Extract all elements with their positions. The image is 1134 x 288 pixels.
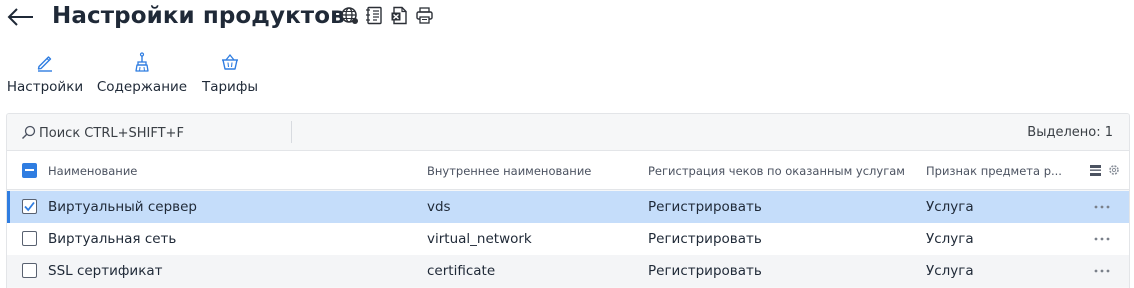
tab-settings-label: Настройки [6, 79, 84, 95]
row-selection-indicator [7, 191, 10, 223]
checkmark-icon [24, 201, 35, 212]
tab-tariffs[interactable]: Тарифы [202, 52, 258, 95]
row-checkbox[interactable] [22, 231, 37, 246]
products-grid: Выделено: 1 Наименование Внутреннее наим… [6, 113, 1130, 288]
page-header: Настройки продуктов [0, 0, 1134, 38]
cell-internal-name: virtual_network [427, 231, 532, 247]
table-row[interactable]: SSL сертификат certificate Регистрироват… [7, 255, 1129, 287]
search-icon [22, 125, 36, 139]
globe-icon[interactable] [340, 6, 359, 25]
row-actions-icon[interactable] [1093, 200, 1111, 214]
search-divider [291, 121, 292, 143]
back-arrow-icon[interactable] [6, 4, 36, 30]
selected-count: Выделено: 1 [1027, 125, 1113, 140]
document-list-icon[interactable] [365, 6, 384, 25]
excel-export-icon[interactable] [390, 6, 409, 25]
print-icon[interactable] [415, 6, 434, 25]
row-checkbox[interactable] [22, 263, 37, 278]
column-header-subject-sign[interactable]: Признак предмета р... [926, 164, 1062, 178]
gear-icon[interactable] [1108, 164, 1120, 176]
cell-subject-sign: Услуга [926, 263, 974, 279]
cell-name: Виртуальный сервер [48, 199, 197, 215]
search-bar: Выделено: 1 [7, 114, 1129, 151]
column-header-internal-name[interactable]: Внутреннее наименование [427, 164, 591, 178]
cell-receipt-registration: Регистрировать [648, 263, 762, 279]
tab-tariffs-label: Тарифы [201, 79, 259, 95]
row-checkbox[interactable] [22, 199, 37, 214]
cell-internal-name: vds [427, 199, 451, 215]
row-actions-icon[interactable] [1093, 264, 1111, 278]
tab-content[interactable]: Содержание [96, 52, 188, 95]
columns-menu-icon[interactable] [1090, 165, 1101, 176]
pencil-icon [37, 56, 52, 72]
cell-name: Виртуальная сеть [48, 231, 177, 247]
cell-receipt-registration: Регистрировать [648, 199, 762, 215]
search-input[interactable] [39, 122, 289, 144]
tab-settings[interactable]: Настройки [6, 52, 84, 95]
select-all-checkbox[interactable] [22, 163, 37, 178]
cell-receipt-registration: Регистрировать [648, 231, 762, 247]
column-header-receipt-registration[interactable]: Регистрация чеков по оказанным услугам [648, 164, 905, 178]
table-row[interactable]: Виртуальный сервер vds Регистрировать Ус… [7, 191, 1129, 223]
cell-subject-sign: Услуга [926, 231, 974, 247]
cell-name: SSL сертификат [48, 263, 163, 279]
column-header-name[interactable]: Наименование [48, 164, 137, 178]
tab-content-label: Содержание [96, 79, 188, 95]
cell-internal-name: certificate [427, 263, 496, 279]
row-actions-icon[interactable] [1093, 232, 1111, 246]
brush-icon [135, 52, 149, 72]
table-header: Наименование Внутреннее наименование Рег… [7, 151, 1129, 190]
basket-icon [222, 53, 238, 70]
header-actions [340, 6, 434, 25]
table-row[interactable]: Виртуальная сеть virtual_network Регистр… [7, 223, 1129, 255]
page-title: Настройки продуктов [52, 3, 345, 29]
cell-subject-sign: Услуга [926, 199, 974, 215]
